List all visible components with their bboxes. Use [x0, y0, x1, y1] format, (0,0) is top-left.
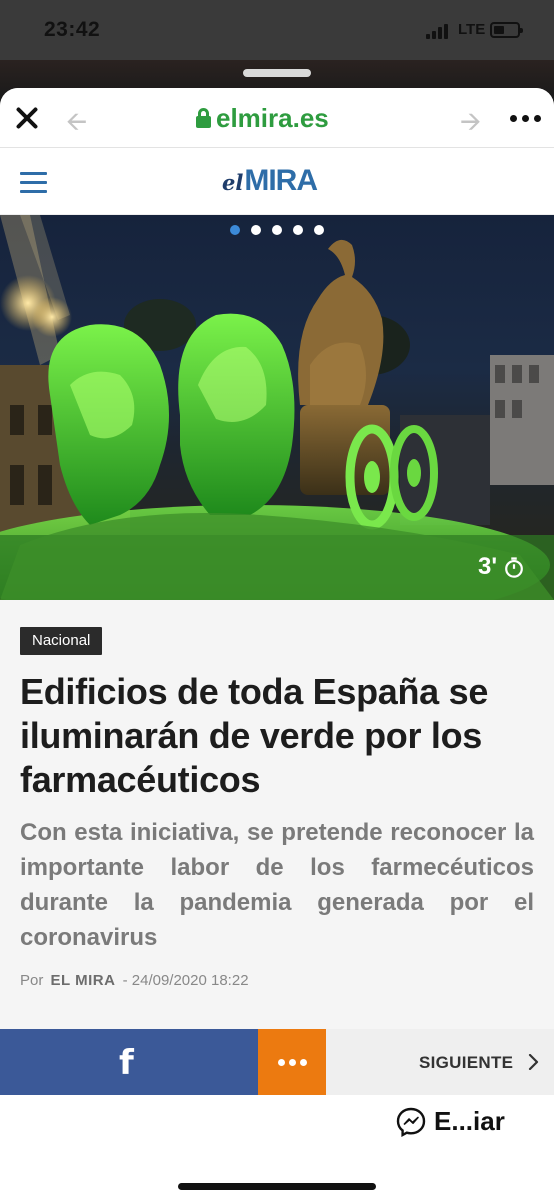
section-tag[interactable]: Nacional — [20, 627, 103, 655]
article: Nacional Edificios de toda España se ilu… — [0, 600, 554, 1030]
messenger-label: E...iar — [434, 1106, 505, 1136]
hamburger-menu-icon[interactable] — [20, 172, 48, 194]
byline: Por EL MIRA - 24/09/2020 18:22 — [20, 972, 249, 989]
chevron-right-icon — [528, 1054, 539, 1070]
carousel-dot[interactable] — [293, 225, 303, 235]
byline-date: - 24/09/2020 18:22 — [122, 972, 249, 989]
battery-icon — [490, 22, 523, 38]
byline-prefix: Por — [20, 972, 44, 989]
more-share-options-button[interactable] — [258, 1029, 326, 1095]
carousel-dots — [230, 225, 324, 235]
signal-icon — [426, 23, 452, 39]
more-options-icon — [278, 1059, 285, 1066]
next-article-button[interactable]: SIGUIENTE — [326, 1029, 554, 1095]
hero-photo-illustration — [0, 215, 554, 600]
carousel-dot[interactable] — [251, 225, 261, 235]
carousel-dot[interactable] — [272, 225, 282, 235]
messenger-share-button[interactable]: E...iar — [396, 1106, 505, 1137]
close-icon[interactable] — [14, 105, 40, 131]
back-arrow-icon[interactable]: 🡨 — [66, 103, 87, 147]
home-indicator — [178, 1183, 376, 1190]
url-domain: elmira.es — [216, 102, 329, 133]
messenger-icon — [396, 1107, 426, 1137]
sheet-grabber[interactable] — [243, 69, 311, 77]
carousel-dot[interactable] — [314, 225, 324, 235]
url-bar[interactable]: elmira.es — [196, 103, 329, 133]
site-header: el MIRA — [0, 148, 554, 215]
logo-mira: MIRA — [244, 164, 318, 197]
lock-icon — [196, 108, 211, 128]
logo-el: el — [222, 170, 244, 195]
browser-toolbar: 🡨 elmira.es 🡪 — [0, 88, 554, 148]
status-bar: 23:42 LTE — [0, 0, 554, 60]
facebook-share-button[interactable]: f — [0, 1029, 258, 1095]
next-label: SIGUIENTE — [419, 1053, 514, 1072]
read-time: 3' — [478, 553, 525, 581]
network-type: LTE — [458, 21, 486, 38]
status-time: 23:42 — [44, 18, 101, 41]
carousel-dot[interactable] — [230, 225, 240, 235]
byline-author[interactable]: EL MIRA — [51, 972, 116, 989]
read-time-value: 3' — [478, 553, 498, 580]
timer-icon — [505, 557, 523, 578]
more-icon[interactable] — [510, 115, 542, 123]
site-logo[interactable]: el MIRA — [222, 164, 318, 198]
article-headline: Edificios de toda España se iluminarán d… — [20, 671, 489, 800]
hero-image[interactable]: 3' — [0, 215, 554, 600]
article-subtitle: Con esta iniciativa, se pretende reconoc… — [20, 819, 534, 951]
facebook-icon: f — [119, 1043, 134, 1083]
forward-arrow-icon[interactable]: 🡪 — [460, 103, 481, 147]
browser-sheet: 🡨 elmira.es 🡪 el MIRA 3' Nacional Edific… — [0, 88, 554, 1200]
share-bar: f SIGUIENTE — [0, 1029, 554, 1095]
